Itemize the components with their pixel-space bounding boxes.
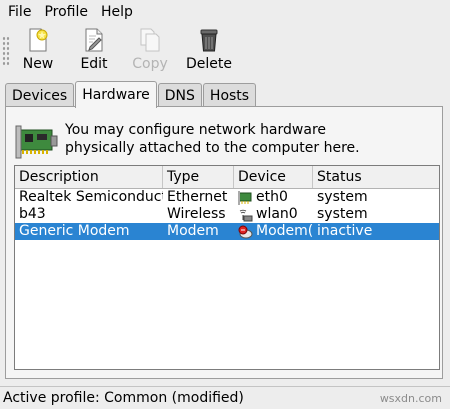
cell-status: inactive [317,223,373,239]
menubar: File Profile Help [0,0,450,24]
toolbar: New Edit Copy Delete [0,26,450,72]
new-button[interactable]: New [10,26,66,72]
ethernet-card-icon [238,190,252,205]
cell-device: wlan0 [234,206,313,223]
delete-label: Delete [186,56,232,72]
table-row-selected[interactable]: Generic Modem Modem Modem( inactive [15,223,439,240]
new-label: New [22,56,54,72]
info-line-1: You may configure network hardware [65,122,327,138]
tab-devices[interactable]: Devices [5,83,75,107]
hardware-panel: You may configure network hardware physi… [5,106,443,379]
menu-file[interactable]: File [0,0,37,24]
wireless-icon [239,209,253,221]
tab-hosts[interactable]: Hosts [202,83,257,107]
cell-type: Ethernet [167,189,228,205]
copy-icon [140,28,160,52]
network-card-icon [15,125,58,159]
column-header-status[interactable]: Status [313,166,439,188]
active-profile-status: Active profile: Common (modified) [3,390,244,406]
table-header: Description Type Device Status [15,166,439,189]
info-line-2: physically attached to the computer here… [65,140,360,156]
menu-profile[interactable]: Profile [37,0,94,24]
table-row[interactable]: Realtek Semiconduct Ethernet eth0 system [15,189,439,206]
cell-description: b43 [19,206,46,222]
cell-description: Generic Modem [19,223,130,239]
hardware-table: Description Type Device Status Realtek S… [14,165,440,370]
cell-description: Realtek Semiconduct [19,189,163,205]
edit-label: Edit [80,56,108,72]
tab-bar: Devices Hardware DNS Hosts [5,81,257,108]
statusbar: Active profile: Common (modified) wsxdn.… [0,386,450,409]
cell-device: eth0 [234,189,313,206]
delete-button[interactable]: Delete [178,26,240,72]
cell-type: Wireless [167,206,226,222]
device-name: eth0 [256,189,288,205]
device-name: wlan0 [256,206,298,222]
column-header-description[interactable]: Description [15,166,163,188]
cell-status: system [317,189,368,205]
edit-document-icon [85,28,103,52]
edit-button[interactable]: Edit [66,26,122,72]
watermark: wsxdn.com [379,392,442,405]
column-header-device[interactable]: Device [234,166,313,188]
tab-dns[interactable]: DNS [157,83,202,107]
cell-type: Modem [167,223,219,239]
cell-status: system [317,206,368,222]
menu-help[interactable]: Help [94,0,139,24]
toolbar-grip-handle[interactable] [2,36,10,66]
info-text: You may configure network hardware physi… [65,121,425,157]
device-name: Modem( [256,223,313,239]
tab-hardware[interactable]: Hardware [75,81,157,108]
table-row[interactable]: b43 Wireless wlan0 system [15,206,439,223]
cell-device: Modem( [234,223,313,240]
copy-button[interactable]: Copy [122,26,178,72]
column-header-type[interactable]: Type [163,166,234,188]
modem-icon [238,225,253,238]
new-document-icon [29,28,48,52]
trash-icon [200,29,218,52]
copy-label: Copy [132,56,168,72]
